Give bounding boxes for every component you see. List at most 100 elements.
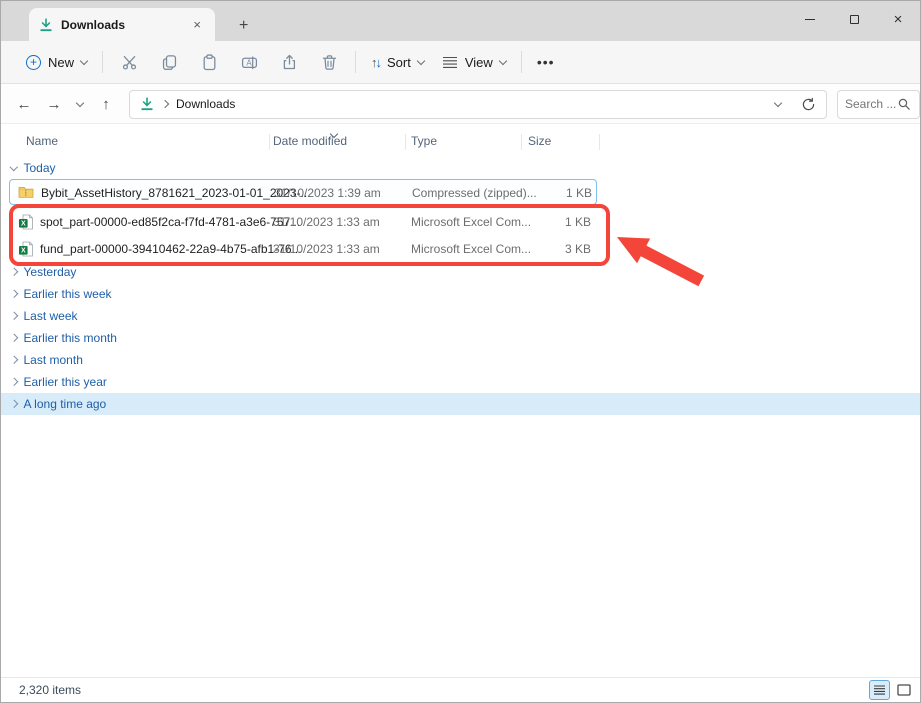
back-button[interactable]: ←	[9, 89, 39, 119]
sort-button[interactable]: ↑↓ Sort	[362, 45, 433, 79]
group-collapsed-icon	[10, 268, 18, 276]
rename-icon: A	[241, 54, 258, 71]
file-size: 1 KB	[515, 186, 592, 200]
new-button[interactable]: + New	[17, 45, 96, 79]
more-options-button[interactable]: •••	[528, 45, 564, 79]
file-date: 31/10/2023 1:39 am	[274, 186, 381, 200]
file-date: 31/10/2023 1:33 am	[273, 242, 380, 256]
group-last-month[interactable]: Last month	[1, 349, 920, 371]
plus-circle-icon: +	[26, 55, 41, 70]
group-label: A long time ago	[24, 397, 107, 411]
column-header-type[interactable]: Type	[411, 134, 437, 148]
delete-button[interactable]	[309, 45, 349, 79]
minimize-icon	[805, 19, 815, 20]
command-bar: + New A ↑↓ Sort	[1, 41, 920, 84]
tab-title: Downloads	[61, 18, 181, 32]
group-today[interactable]: Today	[1, 157, 920, 179]
details-view-icon	[873, 684, 886, 696]
chevron-down-icon	[76, 98, 84, 106]
details-view-button[interactable]	[869, 680, 890, 700]
forward-button[interactable]: →	[39, 89, 69, 119]
address-dropdown-icon[interactable]	[774, 98, 782, 106]
recent-locations-button[interactable]	[69, 89, 91, 119]
group-earlier-this-month[interactable]: Earlier this month	[1, 327, 920, 349]
status-bar: 2,320 items	[1, 677, 920, 702]
navigation-bar: ← → ↑ Downloads	[1, 85, 920, 124]
column-divider[interactable]	[405, 134, 406, 150]
sort-button-label: Sort	[387, 55, 411, 70]
refresh-button[interactable]	[801, 97, 816, 112]
address-bar[interactable]: Downloads	[129, 90, 827, 119]
search-icon	[897, 97, 911, 111]
file-name: fund_part-00000-39410462-22a9-4b75-afb1-…	[40, 242, 302, 256]
group-label: Today	[24, 161, 56, 175]
sort-direction-icon	[331, 126, 337, 140]
toolbar-divider	[521, 51, 522, 73]
column-header-size[interactable]: Size	[528, 134, 551, 148]
table-row-fund-csv[interactable]: X fund_part-00000-39410462-22a9-4b75-afb…	[9, 236, 597, 262]
breadcrumb-chevron-icon	[161, 100, 169, 108]
share-icon	[281, 54, 298, 71]
close-icon: ×	[894, 12, 903, 27]
toolbar-divider	[355, 51, 356, 73]
tab-downloads[interactable]: Downloads ×	[29, 8, 215, 41]
scissors-icon	[121, 54, 138, 71]
up-button[interactable]: ↑	[91, 89, 121, 119]
table-row-zip[interactable]: Bybit_AssetHistory_8781621_2023-01-01_20…	[9, 179, 597, 205]
rename-button[interactable]: A	[229, 45, 269, 79]
group-collapsed-icon	[10, 378, 18, 386]
copy-icon	[161, 54, 178, 71]
paste-icon	[201, 54, 218, 71]
view-button-label: View	[465, 55, 493, 70]
breadcrumb[interactable]: Downloads	[176, 97, 235, 111]
close-button[interactable]: ×	[876, 1, 920, 37]
view-button[interactable]: View	[433, 45, 515, 79]
download-icon	[39, 18, 53, 32]
group-yesterday[interactable]: Yesterday	[1, 261, 920, 283]
new-tab-button[interactable]: +	[231, 17, 256, 35]
group-collapsed-icon	[10, 312, 18, 320]
file-list: Name Date modified Type Size Today Bybit…	[1, 125, 920, 679]
column-divider[interactable]	[269, 134, 270, 150]
group-earlier-this-year[interactable]: Earlier this year	[1, 371, 920, 393]
items-count: 2,320 items	[19, 683, 81, 697]
group-expanded-icon	[10, 163, 18, 171]
minimize-button[interactable]	[788, 1, 832, 37]
group-collapsed-icon	[10, 356, 18, 364]
copy-button[interactable]	[149, 45, 189, 79]
zip-file-icon	[18, 184, 34, 200]
paste-button[interactable]	[189, 45, 229, 79]
column-header-name[interactable]: Name	[26, 134, 58, 148]
group-a-long-time-ago[interactable]: A long time ago	[1, 393, 920, 415]
tab-close-icon[interactable]: ×	[189, 16, 205, 33]
search-box[interactable]	[837, 90, 920, 119]
excel-file-icon: X	[18, 241, 34, 257]
more-dots-icon: •••	[537, 54, 555, 70]
column-divider[interactable]	[521, 134, 522, 150]
chevron-down-icon	[417, 56, 425, 64]
table-row-spot-csv[interactable]: X spot_part-00000-ed85f2ca-f7fd-4781-a3e…	[9, 209, 597, 235]
share-button[interactable]	[269, 45, 309, 79]
file-explorer-window: Downloads × + × + New A	[0, 0, 921, 703]
group-label: Earlier this year	[24, 375, 107, 389]
group-earlier-this-week[interactable]: Earlier this week	[1, 283, 920, 305]
window-controls: ×	[788, 1, 920, 37]
maximize-button[interactable]	[832, 1, 876, 37]
group-label: Last week	[24, 309, 78, 323]
svg-text:A: A	[246, 58, 252, 67]
download-icon	[140, 97, 154, 111]
column-divider[interactable]	[599, 134, 600, 150]
new-button-label: New	[48, 55, 74, 70]
title-bar: Downloads × + ×	[1, 1, 920, 41]
svg-text:X: X	[21, 248, 26, 255]
search-input[interactable]	[845, 97, 897, 111]
svg-text:X: X	[21, 221, 26, 228]
group-collapsed-icon	[10, 290, 18, 298]
large-icons-view-button[interactable]	[893, 680, 914, 700]
group-last-week[interactable]: Last week	[1, 305, 920, 327]
cut-button[interactable]	[109, 45, 149, 79]
file-date: 31/10/2023 1:33 am	[273, 215, 380, 229]
maximize-icon	[850, 15, 859, 24]
chevron-down-icon	[499, 56, 507, 64]
group-collapsed-icon	[10, 334, 18, 342]
